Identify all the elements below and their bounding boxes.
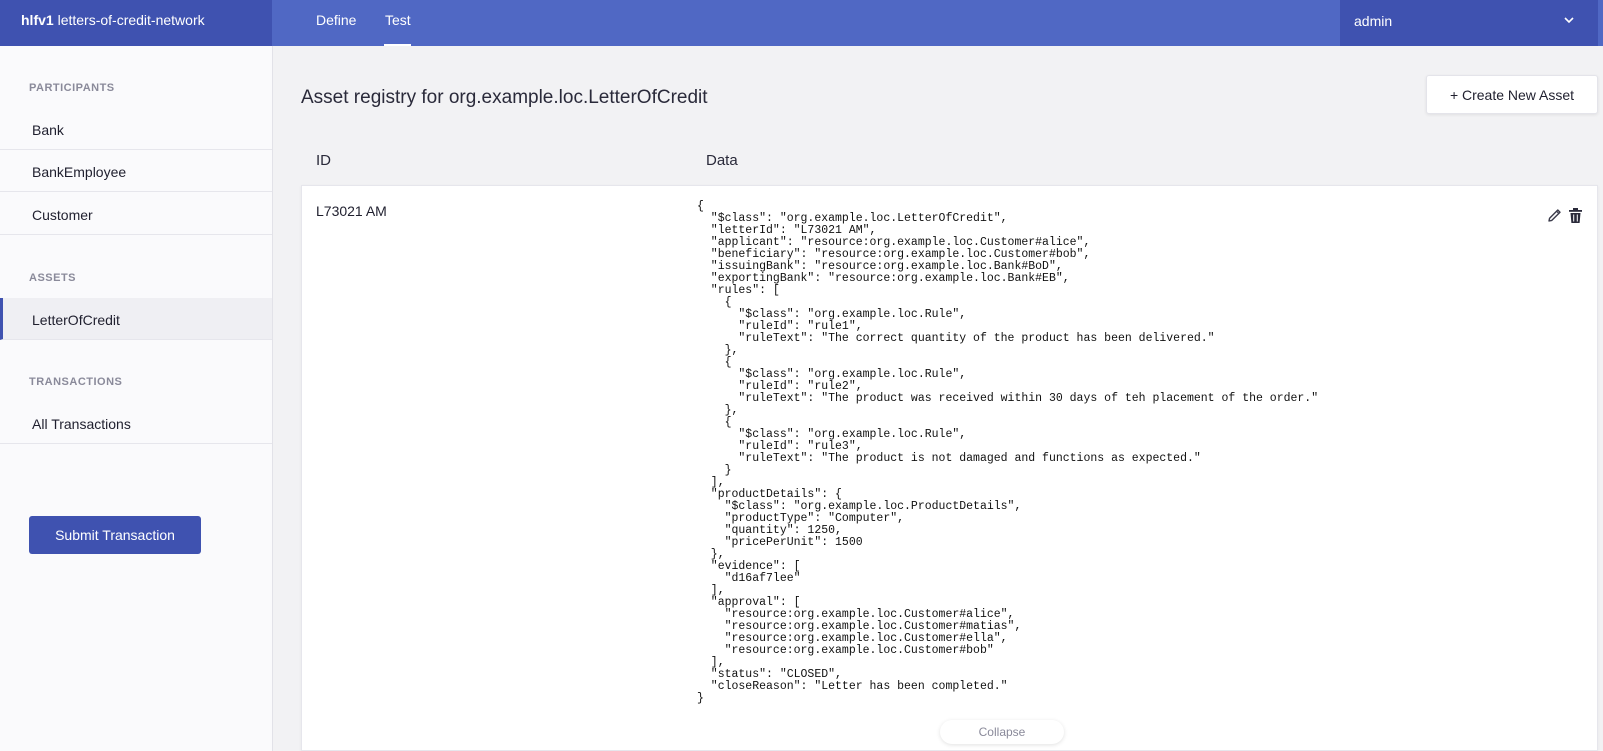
sidebar-item-bank[interactable]: Bank xyxy=(0,108,272,150)
trash-icon[interactable] xyxy=(1568,207,1583,224)
sidebar: PARTICIPANTS Bank BankEmployee Customer … xyxy=(0,46,273,751)
submit-transaction-button[interactable]: Submit Transaction xyxy=(29,516,201,554)
asset-json-data: { "$class": "org.example.loc.LetterOfCre… xyxy=(697,200,1319,705)
asset-id: L73021 AM xyxy=(316,203,387,219)
brand-name: letters-of-credit-network xyxy=(57,12,205,28)
page-title: Asset registry for org.example.loc.Lette… xyxy=(301,87,708,108)
brand-bold: hlfv1 xyxy=(21,12,54,28)
tab-test[interactable]: Test xyxy=(385,12,411,28)
column-header-id: ID xyxy=(316,152,331,169)
chevron-down-icon xyxy=(1564,17,1574,24)
user-menu[interactable]: admin xyxy=(1340,0,1598,46)
sidebar-item-letter-of-credit[interactable]: LetterOfCredit xyxy=(0,298,272,340)
transactions-heading: TRANSACTIONS xyxy=(29,376,123,388)
user-name: admin xyxy=(1354,13,1393,29)
active-tab-indicator xyxy=(384,44,411,46)
sidebar-item-all-transactions[interactable]: All Transactions xyxy=(0,402,272,444)
asset-row: L73021 AM { "$class": "org.example.loc.L… xyxy=(301,185,1598,751)
top-bar: hlfv1 letters-of-credit-network Define T… xyxy=(0,0,1603,46)
assets-heading: ASSETS xyxy=(29,272,77,284)
tab-define[interactable]: Define xyxy=(316,12,356,28)
top-bar-edge xyxy=(1598,0,1603,46)
sidebar-item-customer[interactable]: Customer xyxy=(0,193,272,235)
app-brand[interactable]: hlfv1 letters-of-credit-network xyxy=(0,0,272,46)
sidebar-item-bank-employee[interactable]: BankEmployee xyxy=(0,150,272,192)
pencil-icon[interactable] xyxy=(1546,207,1563,224)
collapse-button[interactable]: Collapse xyxy=(940,720,1064,744)
create-new-asset-button[interactable]: + Create New Asset xyxy=(1426,75,1598,114)
column-header-data: Data xyxy=(706,152,738,169)
participants-heading: PARTICIPANTS xyxy=(29,82,115,94)
